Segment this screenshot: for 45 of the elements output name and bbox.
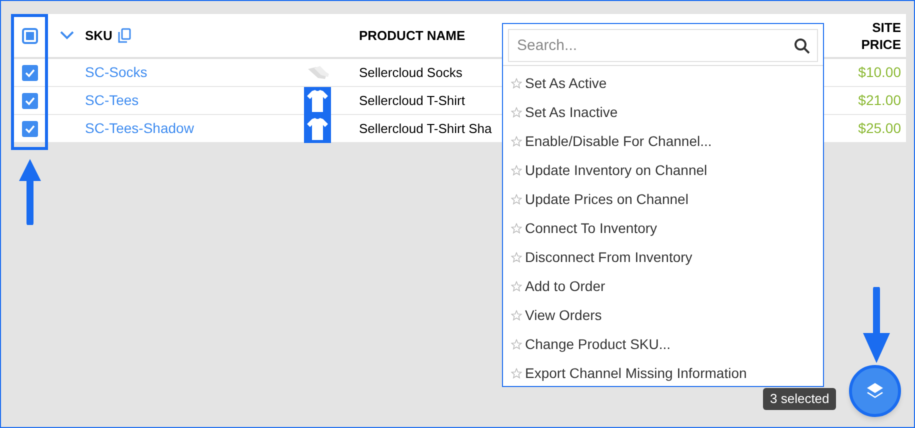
table-cell: $25.00 xyxy=(858,120,901,136)
menu-item[interactable]: View Orders xyxy=(503,301,823,330)
column-header[interactable]: PRODUCT NAME xyxy=(359,28,466,43)
layers-fab-button[interactable] xyxy=(849,365,901,417)
table-cell: $10.00 xyxy=(858,64,901,80)
star-icon xyxy=(511,252,522,263)
star-icon xyxy=(511,194,522,205)
tshirt-photo xyxy=(304,86,331,114)
star-icon xyxy=(511,223,522,234)
chevron-down-icon[interactable] xyxy=(60,31,74,40)
select-all-checkbox[interactable] xyxy=(22,28,38,44)
layers-icon xyxy=(865,381,885,401)
star-icon xyxy=(511,107,522,118)
star-icon xyxy=(511,136,522,147)
menu-item[interactable]: Set As Inactive xyxy=(503,98,823,127)
table-cell: $21.00 xyxy=(858,92,901,108)
selection-count-tooltip: 3 selected xyxy=(763,388,836,410)
star-icon xyxy=(511,310,522,321)
menu-item[interactable]: Set As Active xyxy=(503,69,823,98)
star-icon xyxy=(511,339,522,350)
copy-icon[interactable] xyxy=(118,28,132,43)
menu-item[interactable]: Update Inventory on Channel xyxy=(503,156,823,185)
menu-item[interactable]: Change Product SKU... xyxy=(503,330,823,359)
row-checkbox[interactable] xyxy=(22,120,38,136)
menu-item[interactable]: Add to Order xyxy=(503,272,823,301)
table-cell: Sellercloud T-Shirt Sha xyxy=(359,121,492,136)
row-checkbox[interactable] xyxy=(22,64,38,80)
search-field[interactable]: Search... xyxy=(508,29,818,62)
menu-item[interactable]: Update Prices on Channel xyxy=(503,185,823,214)
row-checkbox[interactable] xyxy=(22,92,38,108)
star-icon xyxy=(511,165,522,176)
star-icon xyxy=(511,78,522,89)
search-icon xyxy=(794,38,810,54)
down-arrow-icon xyxy=(863,287,890,365)
star-icon xyxy=(511,281,522,292)
menu-item[interactable]: Export Channel Missing Information xyxy=(503,359,823,386)
up-arrow-icon xyxy=(19,157,41,225)
column-header[interactable]: SITE PRICE xyxy=(846,18,901,52)
column-header[interactable]: SKU xyxy=(85,26,112,46)
table-cell: Sellercloud T-Shirt xyxy=(359,93,465,108)
menu-item[interactable]: Disconnect From Inventory xyxy=(503,243,823,272)
menu-item[interactable]: Connect To Inventory xyxy=(503,214,823,243)
star-icon xyxy=(511,368,522,379)
table-cell: Sellercloud Socks xyxy=(359,65,462,80)
menu-item[interactable]: Enable/Disable For Channel... xyxy=(503,127,823,156)
